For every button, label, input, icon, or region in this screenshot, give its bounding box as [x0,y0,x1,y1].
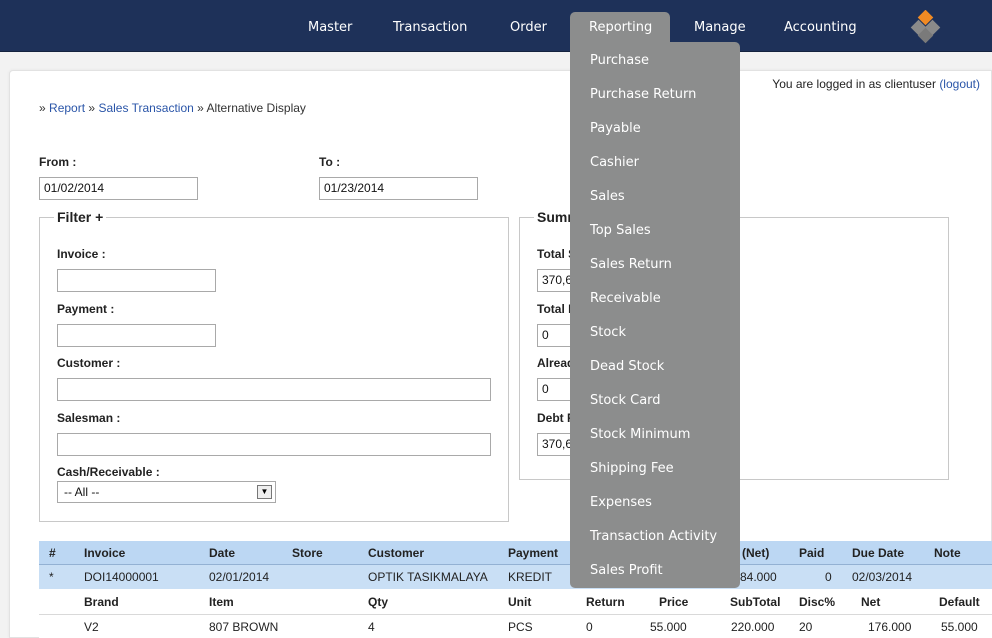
col-due-date: Due Date [852,546,905,560]
breadcrumb-report[interactable]: Report [49,101,85,115]
table-row[interactable]: * DOI14000001 02/01/2014 OPTIK TASIKMALA… [39,564,992,589]
already-paid-label: Alread [537,356,575,370]
col-store: Store [292,546,323,560]
row-payment: KREDIT [508,570,553,584]
breadcrumb-sep: » [88,101,96,115]
col-detail-net: Net [861,595,881,609]
payment-input[interactable] [57,324,216,347]
col-date: Date [209,546,236,560]
payment-label: Payment : [57,302,115,316]
detail-price: 55.000 [650,620,687,634]
breadcrumb-current: Alternative Display [206,101,306,115]
row-customer: OPTIK TASIKMALAYA [368,570,488,584]
filter-legend[interactable]: Filter + [54,209,107,225]
menu-item-sales[interactable]: Sales [590,189,625,204]
detail-subtotal: 220.000 [731,620,775,634]
menu-item-top-sales[interactable]: Top Sales [590,223,651,238]
menu-item-purchase-return[interactable]: Purchase Return [590,87,696,102]
customer-label: Customer : [57,356,121,370]
chevron-down-icon[interactable]: ▼ [257,485,272,499]
nav-order[interactable]: Order [491,12,566,44]
reporting-dropdown-menu: Purchase Purchase Return Payable Cashier… [570,42,740,588]
table-header: # Invoice Date Store Customer Payment (N… [39,541,992,564]
col-brand: Brand [84,595,119,609]
col-paid: Paid [799,546,825,560]
menu-item-purchase[interactable]: Purchase [590,53,649,68]
from-label: From : [39,155,77,169]
login-text: You are logged in as clientuser [772,77,936,91]
menu-item-sales-return[interactable]: Sales Return [590,257,672,272]
from-date-input[interactable]: 01/02/2014 [39,177,198,200]
col-qty: Qty [368,595,389,609]
salesman-label: Salesman : [57,411,121,425]
row-net: 84.000 [740,570,777,584]
col-net: (Net) [742,546,770,560]
invoice-input[interactable] [57,269,216,292]
detail-brand: V2 [84,620,99,634]
nav-accounting[interactable]: Accounting [765,12,876,44]
row-paid: 0 [825,570,832,584]
col-payment: Payment [508,546,559,560]
top-navigation-bar: Master Transaction Order Reporting Manag… [0,0,992,52]
salesman-input[interactable] [57,433,491,456]
nav-manage[interactable]: Manage [675,12,765,44]
col-disc: Disc% [799,595,836,609]
to-date-input[interactable]: 01/23/2014 [319,177,478,200]
col-price: Price [659,595,689,609]
menu-item-shipping-fee[interactable]: Shipping Fee [590,461,674,476]
menu-item-stock-minimum[interactable]: Stock Minimum [590,427,690,442]
col-default: Default [939,595,980,609]
col-item: Item [209,595,234,609]
nav-transaction[interactable]: Transaction [374,12,486,44]
row-mark: * [49,570,54,584]
breadcrumb-sales-transaction[interactable]: Sales Transaction [98,101,193,115]
customer-input[interactable] [57,378,491,401]
breadcrumb: » Report » Sales Transaction » Alternati… [39,101,306,115]
menu-item-stock-card[interactable]: Stock Card [590,393,661,408]
menu-item-stock[interactable]: Stock [590,325,626,340]
row-due-date: 02/03/2014 [852,570,913,584]
col-invoice: Invoice [84,546,126,560]
nav-master[interactable]: Master [289,12,371,44]
detail-qty: 4 [368,620,375,634]
detail-unit: PCS [508,620,533,634]
row-invoice: DOI14000001 [84,570,159,584]
cash-receivable-label: Cash/Receivable : [57,465,160,479]
detail-default: 55.000 [941,620,978,634]
logout-link[interactable]: (logout) [939,77,980,91]
col-subtotal: SubTotal [730,595,781,609]
col-return: Return [586,595,625,609]
detail-row: V2 807 BROWN 4 PCS 0 55.000 220.000 20 1… [39,615,992,638]
cash-receivable-select[interactable]: -- All -- ▼ [57,481,276,503]
col-customer: Customer [368,546,425,560]
col-number: # [49,546,56,560]
diamond-logo-icon[interactable] [908,9,948,48]
menu-item-expenses[interactable]: Expenses [590,495,652,510]
detail-disc: 20 [799,620,813,634]
col-note: Note [934,546,961,560]
cash-receivable-value: -- All -- [64,485,100,499]
detail-net: 176.000 [868,620,912,634]
detail-item: 807 BROWN [209,620,279,634]
login-info: You are logged in as clientuser (logout) [772,77,980,91]
to-label: To : [319,155,341,169]
col-unit: Unit [508,595,532,609]
breadcrumb-sep: » [39,101,46,115]
menu-item-sales-profit[interactable]: Sales Profit [590,563,663,578]
row-date: 02/01/2014 [209,570,270,584]
menu-item-receivable[interactable]: Receivable [590,291,661,306]
breadcrumb-sep: » [197,101,204,115]
detail-return: 0 [586,620,593,634]
detail-header: Brand Item Qty Unit Return Price SubTota… [39,589,992,615]
invoice-label: Invoice : [57,247,106,261]
menu-item-transaction-activity[interactable]: Transaction Activity [590,529,717,544]
menu-item-cashier[interactable]: Cashier [590,155,639,170]
menu-item-payable[interactable]: Payable [590,121,641,136]
menu-item-dead-stock[interactable]: Dead Stock [590,359,664,374]
